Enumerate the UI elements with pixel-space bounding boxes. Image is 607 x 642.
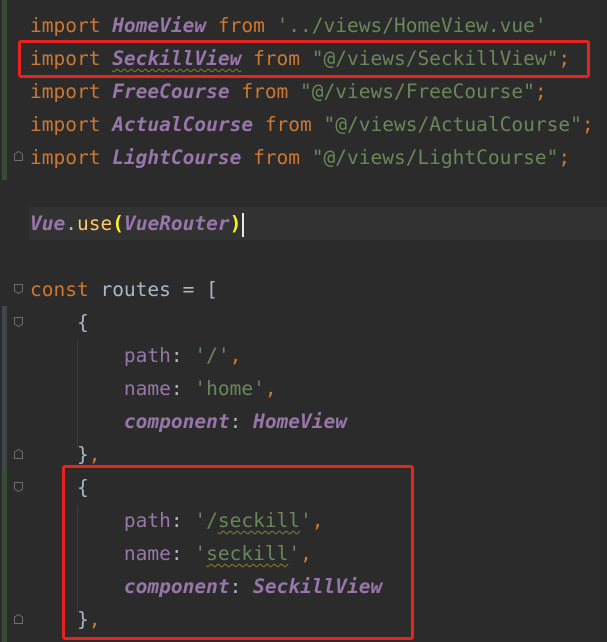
code-line[interactable]: import FreeCourse from "@/views/FreeCour…: [30, 75, 547, 108]
text-caret: [242, 212, 245, 237]
code-token: ,: [264, 377, 277, 400]
code-line[interactable]: const routes = [: [30, 273, 218, 306]
code-token: "@/views/ActualCourse": [323, 113, 582, 136]
code-token: SeckillView: [112, 47, 242, 70]
code-token: :: [229, 410, 254, 433]
fold-end-icon[interactable]: [14, 614, 23, 624]
code-token: ': [288, 542, 301, 565]
code-line[interactable]: import LightCourse from "@/views/LightCo…: [30, 141, 570, 174]
code-token: {: [30, 476, 89, 499]
code-editor[interactable]: import HomeView from '../views/HomeView.…: [0, 0, 607, 642]
code-token: path: [30, 344, 171, 367]
code-token: ,: [300, 542, 312, 565]
code-token: ,: [311, 509, 324, 532]
code-token: LightCourse: [112, 146, 242, 169]
code-token: import: [30, 47, 113, 70]
code-token: use: [76, 212, 113, 235]
code-token: :: [170, 377, 195, 400]
code-line[interactable]: {: [30, 306, 89, 339]
code-token: '/: [194, 509, 218, 532]
code-token: Vue: [30, 212, 66, 235]
code-token: ActualCourse: [112, 113, 254, 136]
code-token: :: [170, 509, 195, 532]
code-line[interactable]: name: 'home',: [30, 372, 277, 405]
code-line[interactable]: path: '/seckill',: [30, 504, 324, 537]
code-line[interactable]: name: 'seckill',: [30, 537, 312, 570]
code-token: "@/views/FreeCourse": [300, 80, 535, 103]
code-token: FreeCourse: [112, 80, 230, 103]
code-token: HomeView: [112, 14, 207, 37]
code-token: from: [229, 80, 301, 103]
code-line[interactable]: },: [30, 603, 101, 636]
code-line[interactable]: Vue.use(VueRouter): [29, 207, 607, 240]
vcs-change-marker[interactable]: [2, 470, 7, 642]
code-token: seckill: [206, 542, 289, 565]
code-token: :: [170, 344, 195, 367]
code-token: const: [30, 278, 101, 301]
fold-end-icon[interactable]: [14, 151, 23, 161]
code-token: ,: [229, 344, 242, 367]
vcs-change-marker[interactable]: [2, 306, 7, 470]
code-line[interactable]: import SeckillView from "@/views/Seckill…: [30, 42, 570, 75]
code-token: from: [241, 47, 312, 70]
code-token: ,: [88, 608, 101, 631]
code-token: from: [253, 113, 324, 136]
code-token: ,: [88, 443, 101, 466]
code-token: 'home': [194, 377, 265, 400]
code-token: (: [112, 212, 124, 235]
code-token: ): [229, 212, 242, 235]
code-token: ': [300, 509, 312, 532]
code-token: :: [229, 575, 254, 598]
code-token: ;: [558, 146, 571, 169]
code-token: VueRouter: [123, 212, 230, 235]
code-token: '../views/HomeView.vue': [276, 14, 547, 37]
code-token: ;: [534, 80, 547, 103]
code-token: .: [65, 212, 77, 235]
code-token: "@/views/SeckillView": [311, 47, 559, 70]
code-token: component: [123, 575, 230, 598]
code-token: }: [30, 443, 89, 466]
code-token: ': [194, 542, 207, 565]
code-token: name: [30, 542, 171, 565]
code-token: routes = [: [100, 278, 218, 301]
code-token: {: [30, 311, 89, 334]
code-token: ;: [581, 113, 594, 136]
code-line[interactable]: path: '/',: [30, 339, 241, 372]
code-token: import: [30, 146, 113, 169]
code-token: "@/views/LightCourse": [311, 146, 559, 169]
code-token: from: [206, 14, 277, 37]
code-token: path: [30, 509, 171, 532]
code-line[interactable]: },: [30, 438, 101, 471]
code-line[interactable]: import ActualCourse from "@/views/Actual…: [30, 108, 594, 141]
code-token: from: [241, 146, 312, 169]
code-line[interactable]: component: SeckillView: [30, 570, 382, 603]
code-token: name: [30, 377, 171, 400]
code-token: import: [30, 80, 113, 103]
code-token: '/': [194, 344, 230, 367]
code-token: import: [30, 113, 113, 136]
code-line[interactable]: component: HomeView: [30, 405, 347, 438]
code-line[interactable]: import HomeView from '../views/HomeView.…: [30, 9, 547, 42]
code-token: import: [30, 14, 113, 37]
code-token: ;: [558, 47, 571, 70]
code-token: component: [123, 410, 230, 433]
code-line[interactable]: {: [30, 471, 89, 504]
code-token: :: [170, 542, 195, 565]
vcs-change-marker[interactable]: [2, 0, 7, 180]
code-token: seckill: [217, 509, 301, 532]
code-token: }: [30, 608, 89, 631]
code-token: HomeView: [253, 410, 347, 433]
fold-end-icon[interactable]: [14, 449, 23, 459]
code-token: SeckillView: [253, 575, 383, 598]
fold-start-icon[interactable]: [14, 284, 23, 294]
fold-start-icon[interactable]: [14, 317, 23, 327]
fold-start-icon[interactable]: [14, 482, 23, 492]
editor-gutter: [0, 0, 29, 642]
